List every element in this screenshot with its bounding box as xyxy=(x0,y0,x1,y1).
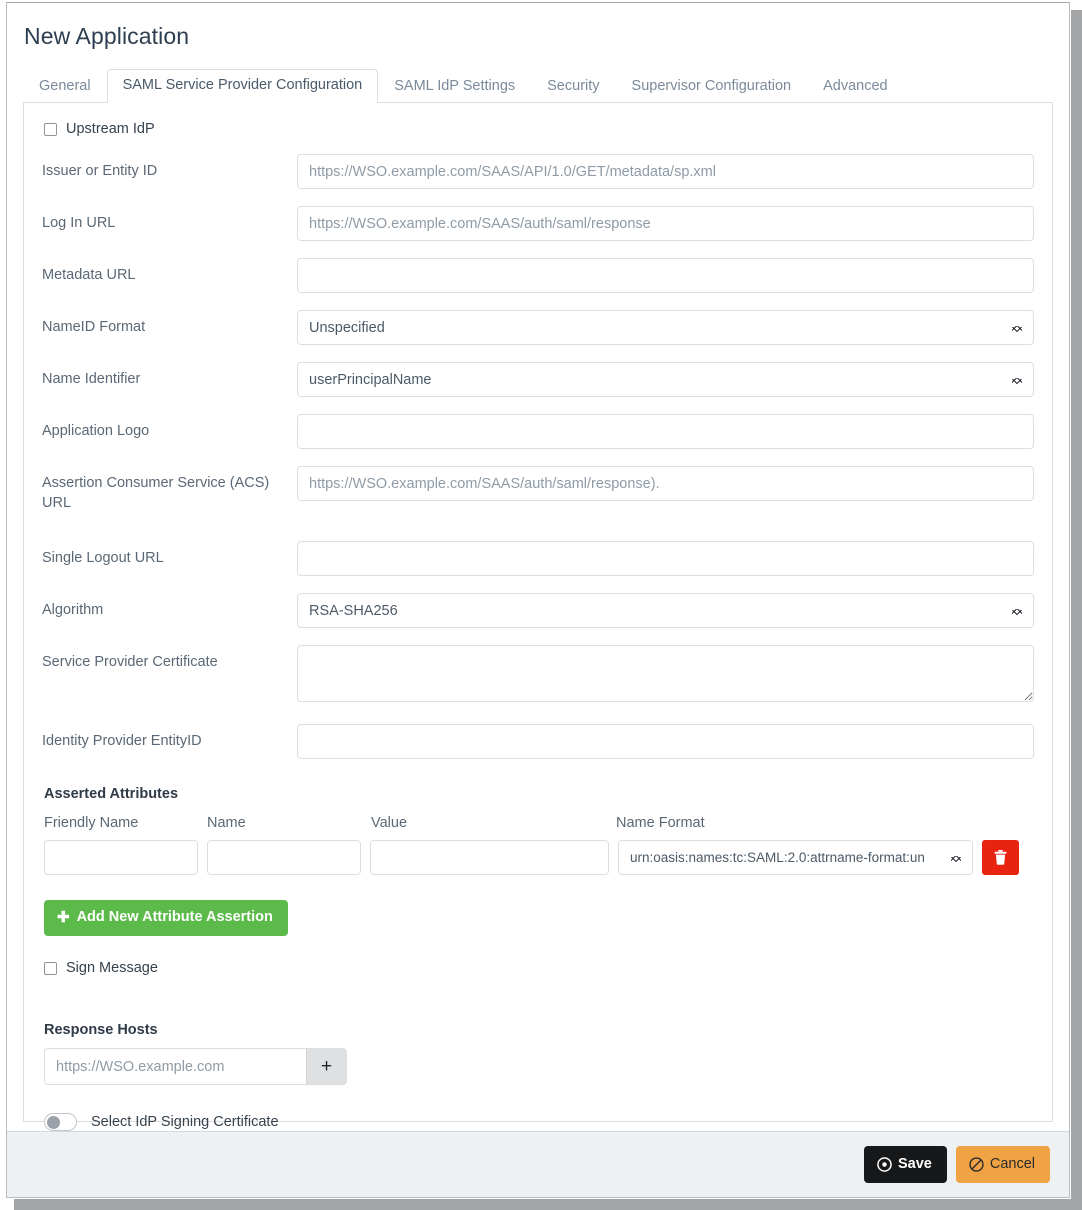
issuer-label: Issuer or Entity ID xyxy=(42,163,158,179)
sp-certificate-label: Service Provider Certificate xyxy=(42,654,218,670)
idp-entityid-label: Identity Provider EntityID xyxy=(42,733,202,749)
field-row-sp-certificate: Service Provider Certificate xyxy=(42,645,1034,707)
field-row-acs-url: Assertion Consumer Service (ACS) URL xyxy=(42,466,1034,513)
upstream-idp-row: Upstream IdP xyxy=(44,121,1034,137)
select-idp-signing-certificate-row: Select IdP Signing Certificate xyxy=(44,1113,1034,1131)
plus-icon: ✚ xyxy=(57,909,70,926)
attribute-name-input[interactable] xyxy=(207,840,361,875)
acs-url-label: Assertion Consumer Service (ACS) URL xyxy=(42,475,270,511)
new-application-dialog: New Application General SAML Service Pro… xyxy=(6,2,1070,1198)
nameid-format-select[interactable]: Unspecified xyxy=(297,310,1034,345)
asserted-attributes-title: Asserted Attributes xyxy=(44,786,179,802)
name-identifier-label: Name Identifier xyxy=(42,371,141,387)
field-row-login-url: Log In URL xyxy=(42,206,1034,241)
add-new-attribute-assertion-button[interactable]: ✚ Add New Attribute Assertion xyxy=(44,900,288,936)
algorithm-label: Algorithm xyxy=(42,602,104,618)
login-url-input[interactable] xyxy=(297,206,1034,241)
field-row-issuer: Issuer or Entity ID xyxy=(42,154,1034,189)
page-title: New Application xyxy=(24,23,190,49)
cancel-label: Cancel xyxy=(989,1156,1035,1172)
field-row-single-logout-url: Single Logout URL xyxy=(42,541,1034,576)
toggle-knob xyxy=(47,1116,60,1129)
idp-entityid-input[interactable] xyxy=(297,724,1034,759)
upstream-idp-label: Upstream IdP xyxy=(66,121,155,137)
add-response-host-button[interactable]: + xyxy=(306,1048,347,1085)
response-hosts-input[interactable] xyxy=(44,1048,306,1085)
tab-bar: General SAML Service Provider Configurat… xyxy=(23,69,1053,103)
single-logout-url-label: Single Logout URL xyxy=(42,550,164,566)
column-header-value: Value xyxy=(371,815,408,831)
asserted-attributes-header: Friendly Name Name Value Name Format xyxy=(44,815,1034,831)
save-button[interactable]: Save xyxy=(863,1146,947,1183)
saml-sp-configuration-panel: Upstream IdP Issuer or Entity ID Log In … xyxy=(23,103,1053,1131)
column-header-friendly-name: Friendly Name xyxy=(44,815,139,831)
select-idp-signing-certificate-toggle[interactable] xyxy=(44,1113,77,1131)
metadata-url-input[interactable] xyxy=(297,258,1034,293)
dialog-footer: Save Cancel xyxy=(7,1131,1069,1197)
upstream-idp-checkbox[interactable] xyxy=(44,122,57,136)
field-row-idp-entityid: Identity Provider EntityID xyxy=(42,724,1034,759)
field-row-algorithm: Algorithm RSA-SHA256 xyxy=(42,593,1034,628)
column-header-name-format: Name Format xyxy=(616,815,705,831)
attribute-name-format-select[interactable]: urn:oasis:names:tc:SAML:2.0:attrname-for… xyxy=(618,840,973,875)
tab-saml-idp-settings[interactable]: SAML IdP Settings xyxy=(378,70,531,103)
add-new-attribute-assertion-label: Add New Attribute Assertion xyxy=(76,909,273,925)
plus-icon: + xyxy=(320,1056,333,1077)
column-header-name: Name xyxy=(207,815,246,831)
trash-icon xyxy=(994,850,1007,865)
acs-url-input[interactable] xyxy=(297,466,1034,501)
tab-saml-service-provider-configuration[interactable]: SAML Service Provider Configuration xyxy=(106,69,379,103)
field-row-name-identifier: Name Identifier userPrincipalName xyxy=(42,362,1034,397)
tab-security[interactable]: Security xyxy=(531,70,615,103)
cancel-button[interactable]: Cancel xyxy=(955,1146,1050,1183)
tab-advanced[interactable]: Advanced xyxy=(807,70,904,103)
sign-message-label: Sign Message xyxy=(66,960,158,976)
target-icon xyxy=(877,1156,892,1172)
nameid-format-label: NameID Format xyxy=(42,319,146,335)
save-label: Save xyxy=(897,1156,932,1172)
no-entry-icon xyxy=(969,1156,984,1172)
response-hosts-title: Response Hosts xyxy=(44,1022,158,1038)
field-row-nameid-format: NameID Format Unspecified xyxy=(42,310,1034,345)
name-identifier-select[interactable]: userPrincipalName xyxy=(297,362,1034,397)
window-shadow-right xyxy=(1071,10,1082,1210)
issuer-input[interactable] xyxy=(297,154,1034,189)
response-hosts-input-group: + xyxy=(44,1048,347,1085)
select-idp-signing-certificate-label: Select IdP Signing Certificate xyxy=(91,1114,279,1130)
single-logout-url-input[interactable] xyxy=(297,541,1034,576)
asserted-attribute-row: urn:oasis:names:tc:SAML:2.0:attrname-for… xyxy=(44,840,1034,875)
sign-message-checkbox[interactable] xyxy=(44,961,57,975)
metadata-url-label: Metadata URL xyxy=(42,267,136,283)
algorithm-select[interactable]: RSA-SHA256 xyxy=(297,593,1034,628)
sp-certificate-textarea[interactable] xyxy=(297,645,1034,702)
delete-attribute-button[interactable] xyxy=(982,840,1019,875)
tab-general[interactable]: General xyxy=(23,70,107,103)
field-row-metadata-url: Metadata URL xyxy=(42,258,1034,293)
application-logo-label: Application Logo xyxy=(42,423,150,439)
sign-message-row: Sign Message xyxy=(44,960,1034,976)
field-row-application-logo: Application Logo xyxy=(42,414,1034,449)
window-shadow-bottom xyxy=(14,1199,1074,1210)
attribute-value-input[interactable] xyxy=(370,840,609,875)
application-logo-input[interactable] xyxy=(297,414,1034,449)
tab-supervisor-configuration[interactable]: Supervisor Configuration xyxy=(616,70,808,103)
login-url-label: Log In URL xyxy=(42,215,116,231)
attribute-friendly-name-input[interactable] xyxy=(44,840,198,875)
